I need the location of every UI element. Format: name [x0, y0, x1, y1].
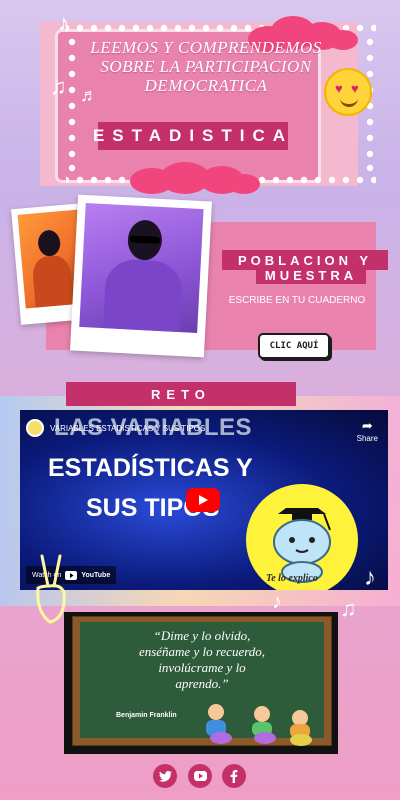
page-title: LEEMOS Y COMPRENDEMOS SOBRE LA PARTICIPA… — [72, 38, 340, 95]
youtube-embed[interactable]: LAS VARIABLES VARIABLES ESTADÍSTICAS Y S… — [20, 410, 388, 590]
video-top-bar: VARIABLES ESTADÍSTICAS Y SUS TIPOS — [20, 410, 388, 446]
music-note-icon: ♫ — [340, 596, 357, 621]
kids-illustration — [206, 700, 316, 748]
photo-image — [79, 203, 204, 334]
quote-text: “Dime y lo olvido, enséñame y lo recuerd… — [138, 628, 266, 691]
share-button[interactable]: ➦ Share — [357, 418, 378, 443]
click-here-button[interactable]: CLIC AQUÍ — [258, 333, 330, 359]
play-icon — [199, 495, 208, 505]
youtube-icon[interactable] — [188, 764, 212, 788]
music-note-icon: ♪ — [58, 10, 69, 35]
quote-author: Benjamin Franklin — [116, 712, 177, 719]
play-button[interactable] — [186, 488, 220, 512]
share-icon: ➦ — [361, 418, 373, 433]
video-title[interactable]: VARIABLES ESTADÍSTICAS Y SUS TIPOS — [50, 424, 205, 433]
channel-avatar[interactable] — [26, 419, 44, 437]
heart-eyes-icon: ♥ ♥ — [324, 68, 372, 116]
video-caption: Te lo explico — [266, 573, 318, 584]
music-note-icon: ♫ — [50, 74, 67, 99]
subject-label: ESTADISTICA — [93, 122, 288, 150]
title-line-2: SOBRE LA PARTICIPACION — [100, 57, 312, 76]
reto-label: RETO — [66, 382, 296, 406]
title-line-3: DEMOCRATICA — [144, 76, 268, 95]
video-headline-2: ESTADÍSTICAS Y — [48, 454, 253, 482]
music-note-icon: ♪ — [272, 591, 282, 613]
facebook-icon[interactable] — [222, 764, 246, 788]
music-note-icon: ♬ — [80, 85, 98, 105]
title-line-1: LEEMOS Y COMPRENDEMOS — [90, 38, 322, 57]
section-title-line2: MUESTRA — [256, 266, 366, 284]
pink-cloud-bottom — [130, 160, 260, 200]
instruction-text: ESCRIBE EN TU CUADERNO — [228, 295, 366, 306]
photo-polaroid-right — [70, 194, 212, 358]
twitter-icon[interactable] — [153, 764, 177, 788]
music-note-icon: ♪ — [364, 564, 376, 591]
